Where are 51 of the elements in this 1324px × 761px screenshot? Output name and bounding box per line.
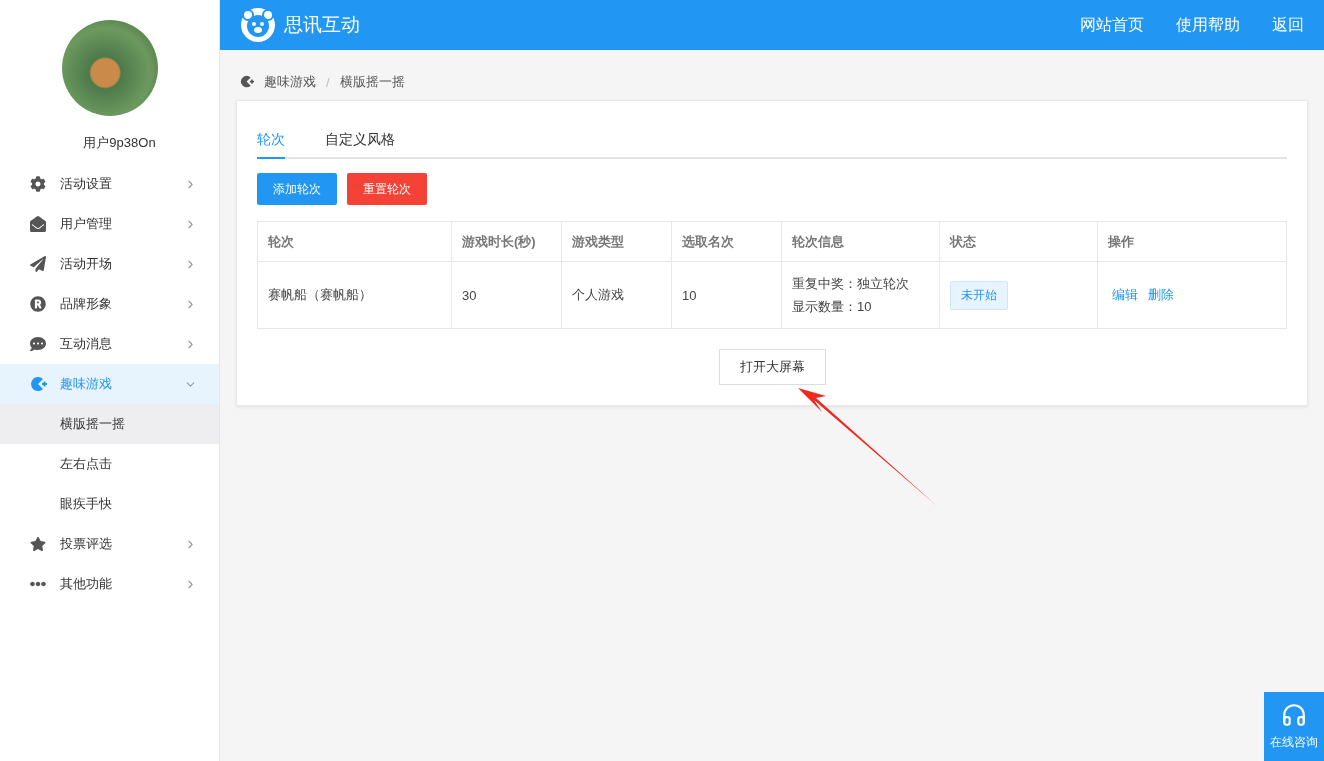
sidebar-item[interactable]: 用户管理: [0, 204, 219, 244]
support-label: 在线咨询: [1270, 734, 1318, 751]
open-screen-button[interactable]: 打开大屏幕: [718, 349, 826, 385]
game-icon: [240, 75, 254, 89]
menu-icon: [30, 536, 46, 552]
breadcrumb-separator: /: [326, 74, 330, 90]
bear-logo-icon: [240, 7, 276, 43]
sidebar-item[interactable]: 投票评选: [0, 524, 219, 564]
column-header: 轮次信息: [781, 221, 940, 262]
breadcrumb-item[interactable]: 横版摇一摇: [339, 73, 405, 91]
menu-icon: [30, 176, 46, 192]
sidebar-item-label: 趣味游戏: [60, 375, 113, 393]
tab[interactable]: 自定义风格: [325, 125, 395, 159]
sidebar-item-label: 活动开场: [60, 255, 113, 273]
column-header: 状态: [939, 221, 1098, 262]
sidebar-item[interactable]: 活动开场: [0, 244, 219, 284]
breadcrumb-item[interactable]: 趣味游戏: [264, 73, 316, 91]
table-cell: 个人游戏: [561, 261, 672, 329]
round-info-text: 重复中奖：独立轮次: [792, 275, 910, 293]
menu-icon: [30, 336, 46, 352]
sidebar-item-label: 投票评选: [60, 535, 113, 553]
round-info-text: 显示数量：10: [792, 298, 873, 316]
sidebar-subitem[interactable]: 横版摇一摇: [0, 404, 219, 444]
sidebar-item[interactable]: 品牌形象: [0, 284, 219, 324]
sidebar-item[interactable]: 其他功能: [0, 564, 219, 604]
column-header: 游戏类型: [561, 221, 672, 262]
menu-icon: [30, 296, 46, 312]
sidebar-subitem[interactable]: 左右点击: [0, 444, 219, 484]
reset-button[interactable]: 重置轮次: [347, 173, 427, 205]
column-header: 选取名次: [671, 221, 782, 262]
sidebar-item-label: 活动设置: [60, 175, 113, 193]
sidebar-item[interactable]: 互动消息: [0, 324, 219, 364]
headset-icon: [1281, 702, 1307, 728]
sidebar-item-label: 用户管理: [60, 215, 113, 233]
menu-icon: [30, 256, 46, 272]
column-header: 游戏时长(秒): [451, 221, 562, 262]
column-header: 操作: [1097, 221, 1287, 262]
column-header: 轮次: [257, 221, 452, 262]
table-cell: 赛帆船（赛帆船）: [257, 261, 452, 329]
sidebar-item-label: 互动消息: [60, 335, 113, 353]
sidebar-item-label: 其他功能: [60, 575, 113, 593]
menu-icon: [30, 375, 47, 393]
table-cell: 10: [671, 261, 782, 329]
username: 用户9p38On: [82, 134, 157, 152]
sidebar-item[interactable]: 活动设置: [0, 164, 219, 204]
sidebar-subitem[interactable]: 眼疾手快: [0, 484, 219, 524]
status-tag: 未开始: [950, 280, 1008, 310]
brand-name: 思讯互动: [284, 13, 361, 37]
table-cell: 30: [451, 261, 562, 329]
sidebar-item-label: 品牌形象: [60, 295, 113, 313]
menu-icon: [30, 216, 46, 232]
